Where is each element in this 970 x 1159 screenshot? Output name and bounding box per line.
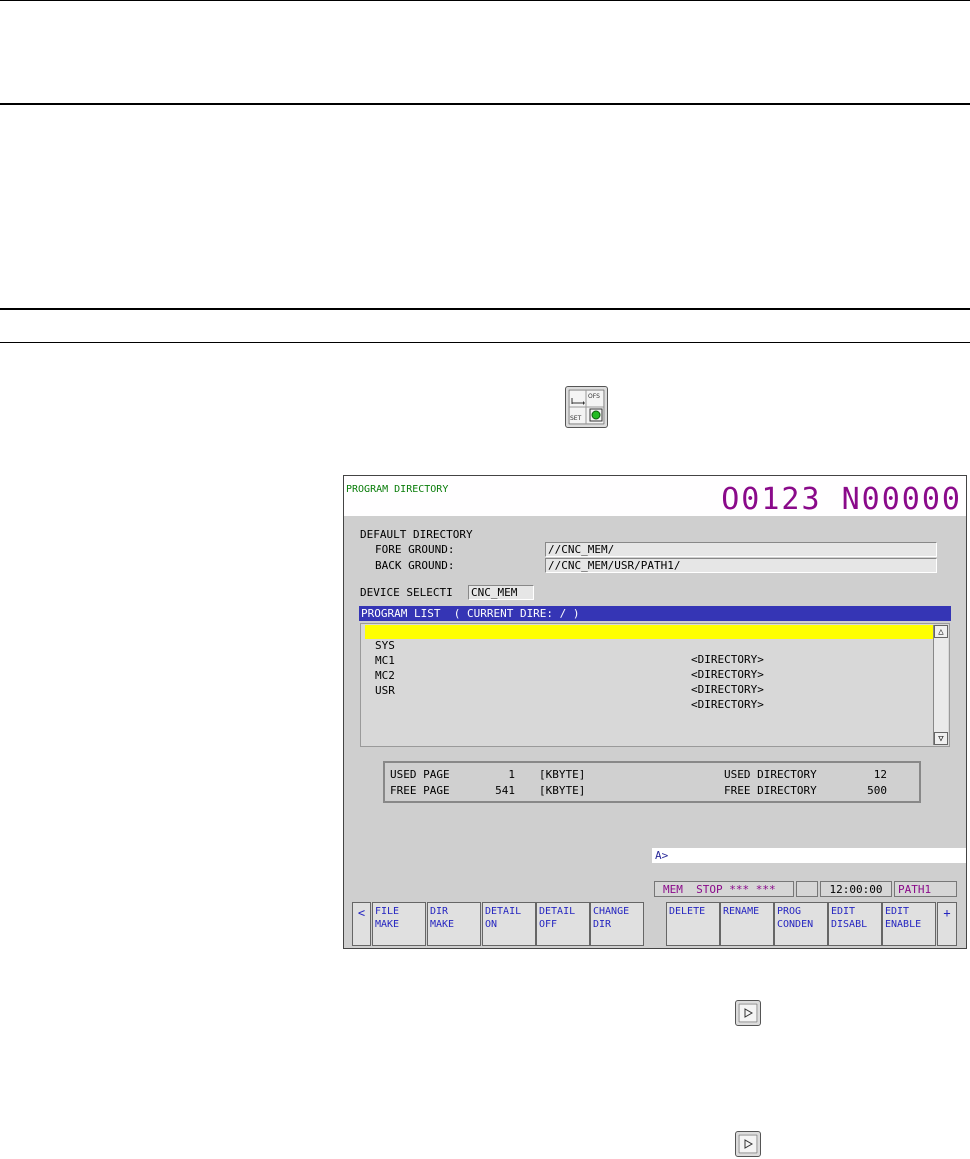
list-item[interactable]: USR <DIRECTORY> xyxy=(365,670,937,711)
svg-text:SET: SET xyxy=(570,415,582,422)
free-directory-value: 500 xyxy=(867,784,887,797)
softkey-bar: < FILE MAKE DIR MAKE DETAIL ON DETAIL OF… xyxy=(344,902,966,948)
used-page-value: 1 xyxy=(508,768,515,781)
section-rule-3 xyxy=(0,342,970,343)
program-list: SYS <DIRECTORY> MC1 <DIRECTORY> MC2 <DIR… xyxy=(360,623,950,747)
used-directory-value: 12 xyxy=(873,768,887,781)
softkey-delete[interactable]: DELETE xyxy=(666,902,720,946)
softkey-rename[interactable]: RENAME xyxy=(720,902,774,946)
softkey-edit-enable[interactable]: EDIT ENABLE xyxy=(882,902,936,946)
section-rule-2 xyxy=(0,308,970,310)
softkey-file-make[interactable]: FILE MAKE xyxy=(372,902,426,946)
list-item[interactable]: MC1 <DIRECTORY> xyxy=(365,640,937,681)
fore-ground-field[interactable]: //CNC_MEM/ xyxy=(545,542,937,557)
used-page-unit: [KBYTE] xyxy=(539,768,586,781)
softkey-next-menu[interactable]: + xyxy=(937,902,957,946)
program-number: O0123 N00000 xyxy=(721,482,962,517)
device-select-label: DEVICE SELECTI xyxy=(360,586,453,599)
status-path: PATH1 xyxy=(894,881,957,897)
program-list-header: PROGRAM LIST ( CURRENT DIRE: / ) xyxy=(359,606,951,621)
free-page-value: 541 xyxy=(495,784,515,797)
offset-setting-key-icon: OFS SET xyxy=(565,386,608,428)
device-select-field[interactable]: CNC_MEM xyxy=(468,585,534,600)
list-item-name: USR xyxy=(375,684,395,697)
section-rule-1 xyxy=(0,103,970,105)
softkey-edit-disabl[interactable]: EDIT DISABL xyxy=(828,902,882,946)
list-scrollbar[interactable]: △ ▽ xyxy=(933,625,948,745)
free-directory-label: FREE DIRECTORY xyxy=(724,784,817,797)
scroll-down-icon[interactable]: ▽ xyxy=(934,732,948,745)
memory-info-box: USED PAGE 1 [KBYTE] USED DIRECTORY 12 FR… xyxy=(383,761,921,803)
screen-title: PROGRAM DIRECTORY xyxy=(346,484,449,495)
cnc-program-directory-screen: PROGRAM DIRECTORY O0123 N00000 DEFAULT D… xyxy=(343,475,967,949)
next-menu-key-icon xyxy=(735,1000,761,1026)
softkey-detail-off[interactable]: DETAIL OFF xyxy=(536,902,590,946)
default-directory-label: DEFAULT DIRECTORY xyxy=(360,528,473,541)
list-item-type: <DIRECTORY> xyxy=(691,698,764,711)
next-menu-key-icon xyxy=(735,1131,761,1157)
command-input[interactable]: A> xyxy=(652,848,966,863)
used-page-label: USED PAGE xyxy=(390,768,450,781)
back-ground-field[interactable]: //CNC_MEM/USR/PATH1/ xyxy=(545,558,937,573)
title-bar: PROGRAM DIRECTORY O0123 N00000 xyxy=(344,476,966,517)
fore-ground-label: FORE GROUND: xyxy=(375,543,455,556)
status-time: 12:00:00 xyxy=(820,881,892,897)
status-mode: MEM STOP *** *** xyxy=(654,881,794,897)
svg-text:OFS: OFS xyxy=(588,393,600,400)
free-page-unit: [KBYTE] xyxy=(539,784,586,797)
status-blank xyxy=(796,881,818,897)
used-directory-label: USED DIRECTORY xyxy=(724,768,817,781)
softkey-dir-make[interactable]: DIR MAKE xyxy=(427,902,481,946)
free-page-label: FREE PAGE xyxy=(390,784,450,797)
scroll-up-icon[interactable]: △ xyxy=(934,625,948,638)
softkey-change-dir[interactable]: CHANGE DIR xyxy=(590,902,644,946)
top-rule xyxy=(0,0,970,1)
list-item-type: <DIRECTORY> xyxy=(691,683,764,696)
list-item[interactable]: MC2 <DIRECTORY> xyxy=(365,655,937,696)
softkey-prev-menu[interactable]: < xyxy=(352,902,371,946)
back-ground-label: BACK GROUND: xyxy=(375,559,455,572)
softkey-detail-on[interactable]: DETAIL ON xyxy=(482,902,536,946)
softkey-prog-conden[interactable]: PROG CONDEN xyxy=(774,902,828,946)
list-item[interactable]: SYS <DIRECTORY> xyxy=(365,625,937,666)
